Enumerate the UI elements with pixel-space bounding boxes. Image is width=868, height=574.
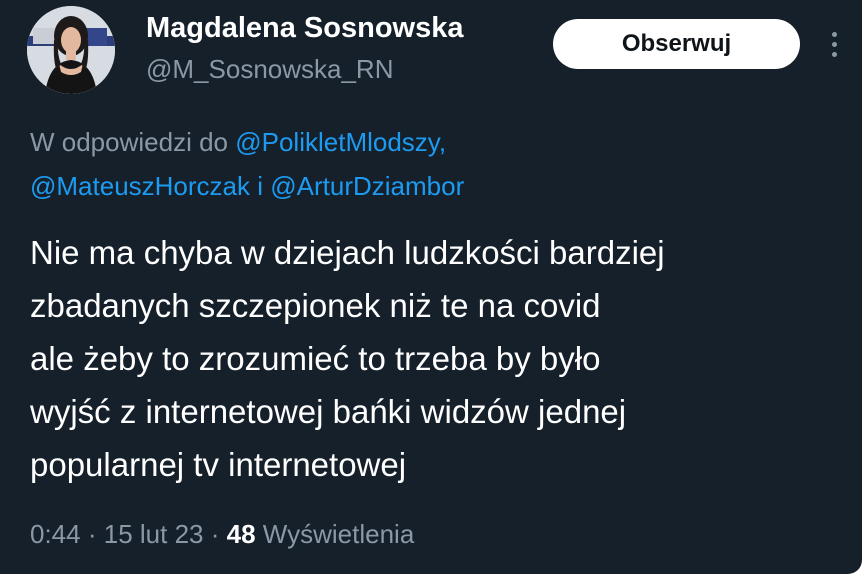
tweet-line: Nie ma chyba w dziejach ludzkości bardzi… <box>30 234 665 271</box>
tweet-meta: 0:44 · 15 lut 23 · 48 Wyświetlenia <box>30 519 414 550</box>
views-label: Wyświetlenia <box>262 519 415 549</box>
profile-photo-icon <box>27 6 115 94</box>
author-name[interactable]: Magdalena Sosnowska <box>146 12 464 45</box>
mention-dziambor[interactable]: @ArturDziambor <box>270 171 464 201</box>
dot <box>831 51 837 57</box>
tweet-date[interactable]: 15 lut 23 <box>104 519 204 549</box>
tweet-time[interactable]: 0:44 <box>30 519 81 549</box>
avatar[interactable] <box>27 6 115 94</box>
meta-separator: · <box>87 519 97 549</box>
reply-context-line-1: W odpowiedzi do @PolikletMlodszy, <box>30 120 830 164</box>
reply-prefix: W odpowiedzi do <box>30 127 228 157</box>
reply-conjunction: i <box>257 171 264 201</box>
dot <box>831 31 837 37</box>
meta-separator: · <box>210 519 220 549</box>
tweet-line: popularnej tv internetowej <box>30 446 407 483</box>
tweet-line: ale żeby to zrozumieć to trzeba by było <box>30 340 601 377</box>
tweet-card: Magdalena Sosnowska @M_Sosnowska_RN Obse… <box>0 0 862 574</box>
tweet-line: zbadanych szczepionek niż te na covid <box>30 287 601 324</box>
more-options-icon[interactable] <box>825 24 843 64</box>
reply-context-line-2: @MateuszHorczak i @ArturDziambor <box>30 164 830 208</box>
reply-context: W odpowiedzi do @PolikletMlodszy, @Mateu… <box>30 120 830 208</box>
author-handle[interactable]: @M_Sosnowska_RN <box>146 54 393 85</box>
tweet-text: Nie ma chyba w dziejach ludzkości bardzi… <box>30 226 840 491</box>
follow-button[interactable]: Obserwuj <box>553 19 800 69</box>
mention-poliklet[interactable]: @PolikletMlodszy, <box>235 127 446 157</box>
dot <box>831 41 837 47</box>
views-count: 48 <box>226 519 256 549</box>
mention-horczak[interactable]: @MateuszHorczak <box>30 171 250 201</box>
tweet-line: wyjść z internetowej bańki widzów jednej <box>30 393 627 430</box>
